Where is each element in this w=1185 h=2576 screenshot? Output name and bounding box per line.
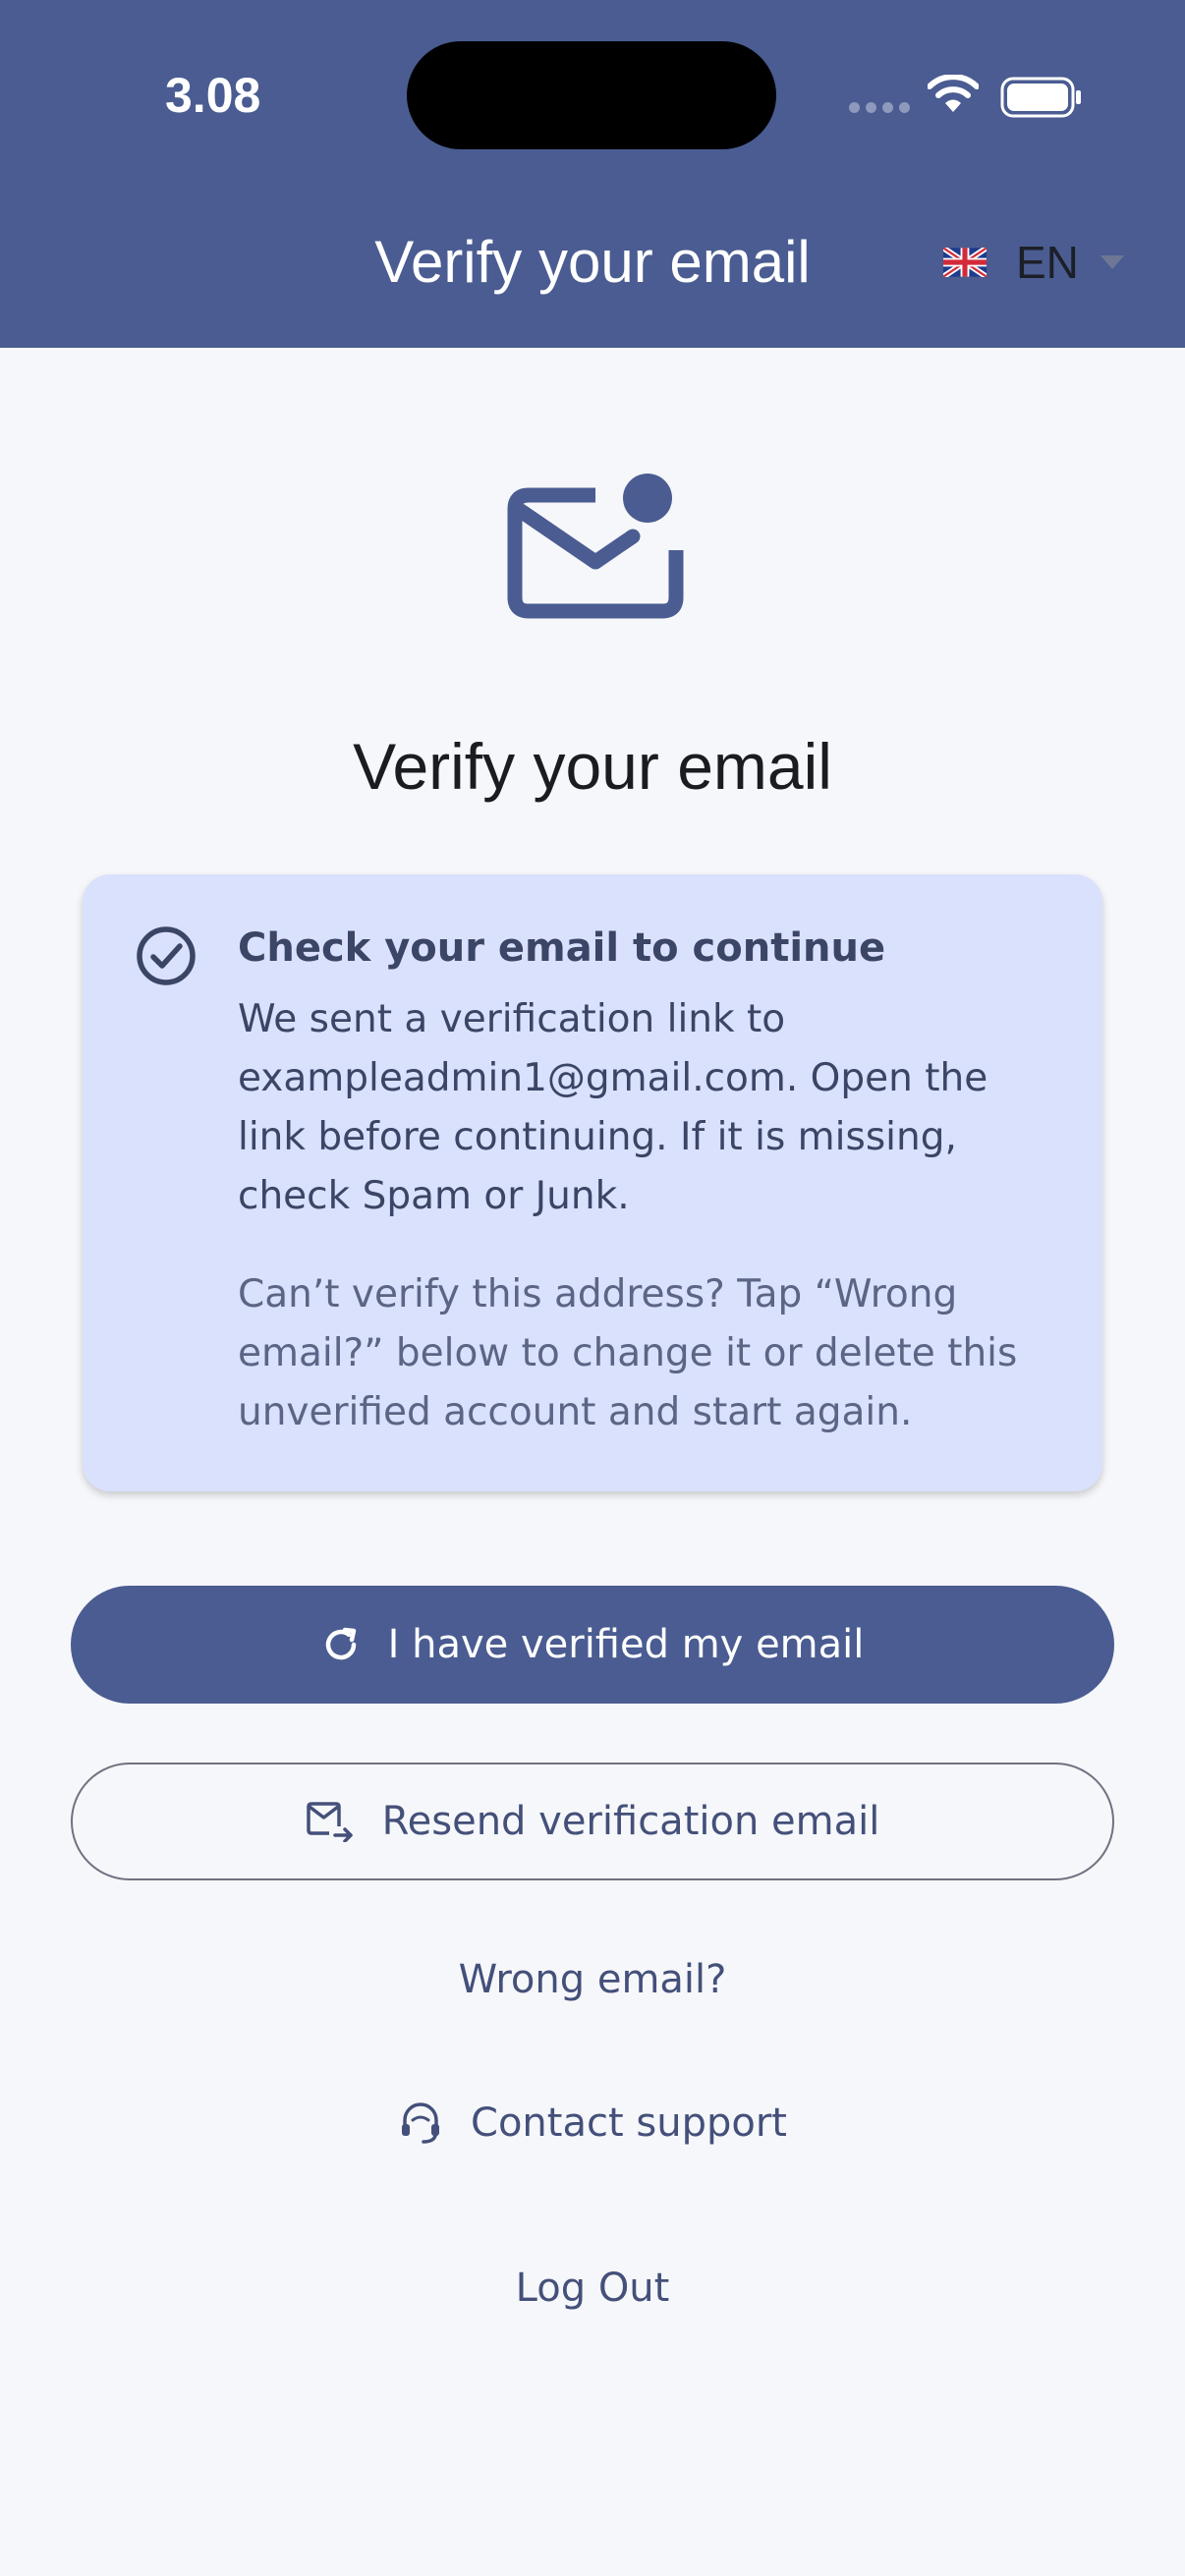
resend-button-label: Resend verification email (381, 1799, 880, 1844)
wrong-email-label: Wrong email? (458, 1957, 727, 2002)
contact-support-button[interactable]: Contact support (0, 2100, 1185, 2146)
status-time: 3.08 (165, 68, 261, 123)
mail-forward-icon (306, 1802, 353, 1842)
verified-button[interactable]: I have verified my email (71, 1586, 1114, 1704)
card-title: Check your email to continue (238, 925, 886, 971)
battery-icon (1000, 77, 1081, 118)
chevron-down-icon (1100, 255, 1124, 269)
refresh-icon (325, 1627, 356, 1660)
contact-support-label: Contact support (471, 2100, 787, 2146)
language-label: EN (1016, 237, 1079, 288)
logout-button[interactable]: Log Out (0, 2266, 1185, 2311)
card-body: We sent a verification link to examplead… (238, 997, 988, 1218)
info-card: Check your email to continue We sent a v… (83, 874, 1102, 1491)
verified-button-label: I have verified my email (387, 1622, 865, 1667)
cellular-signal-icon (849, 102, 910, 113)
uk-flag-icon (943, 248, 987, 277)
resend-button[interactable]: Resend verification email (71, 1763, 1114, 1880)
wifi-icon (928, 75, 979, 112)
page-title: Verify your email (353, 730, 832, 803)
headset-icon (402, 2102, 440, 2144)
logout-label: Log Out (515, 2266, 670, 2311)
mail-notification-icon (507, 474, 684, 619)
check-circle-icon (137, 926, 196, 985)
dynamic-island (407, 41, 776, 149)
language-selector[interactable]: EN (943, 236, 1124, 289)
card-note: Can’t verify this address? Tap “Wrong em… (238, 1272, 1018, 1434)
wrong-email-link[interactable]: Wrong email? (0, 1957, 1185, 2002)
app-bar: 3.08 Verify your email EN (0, 0, 1185, 348)
